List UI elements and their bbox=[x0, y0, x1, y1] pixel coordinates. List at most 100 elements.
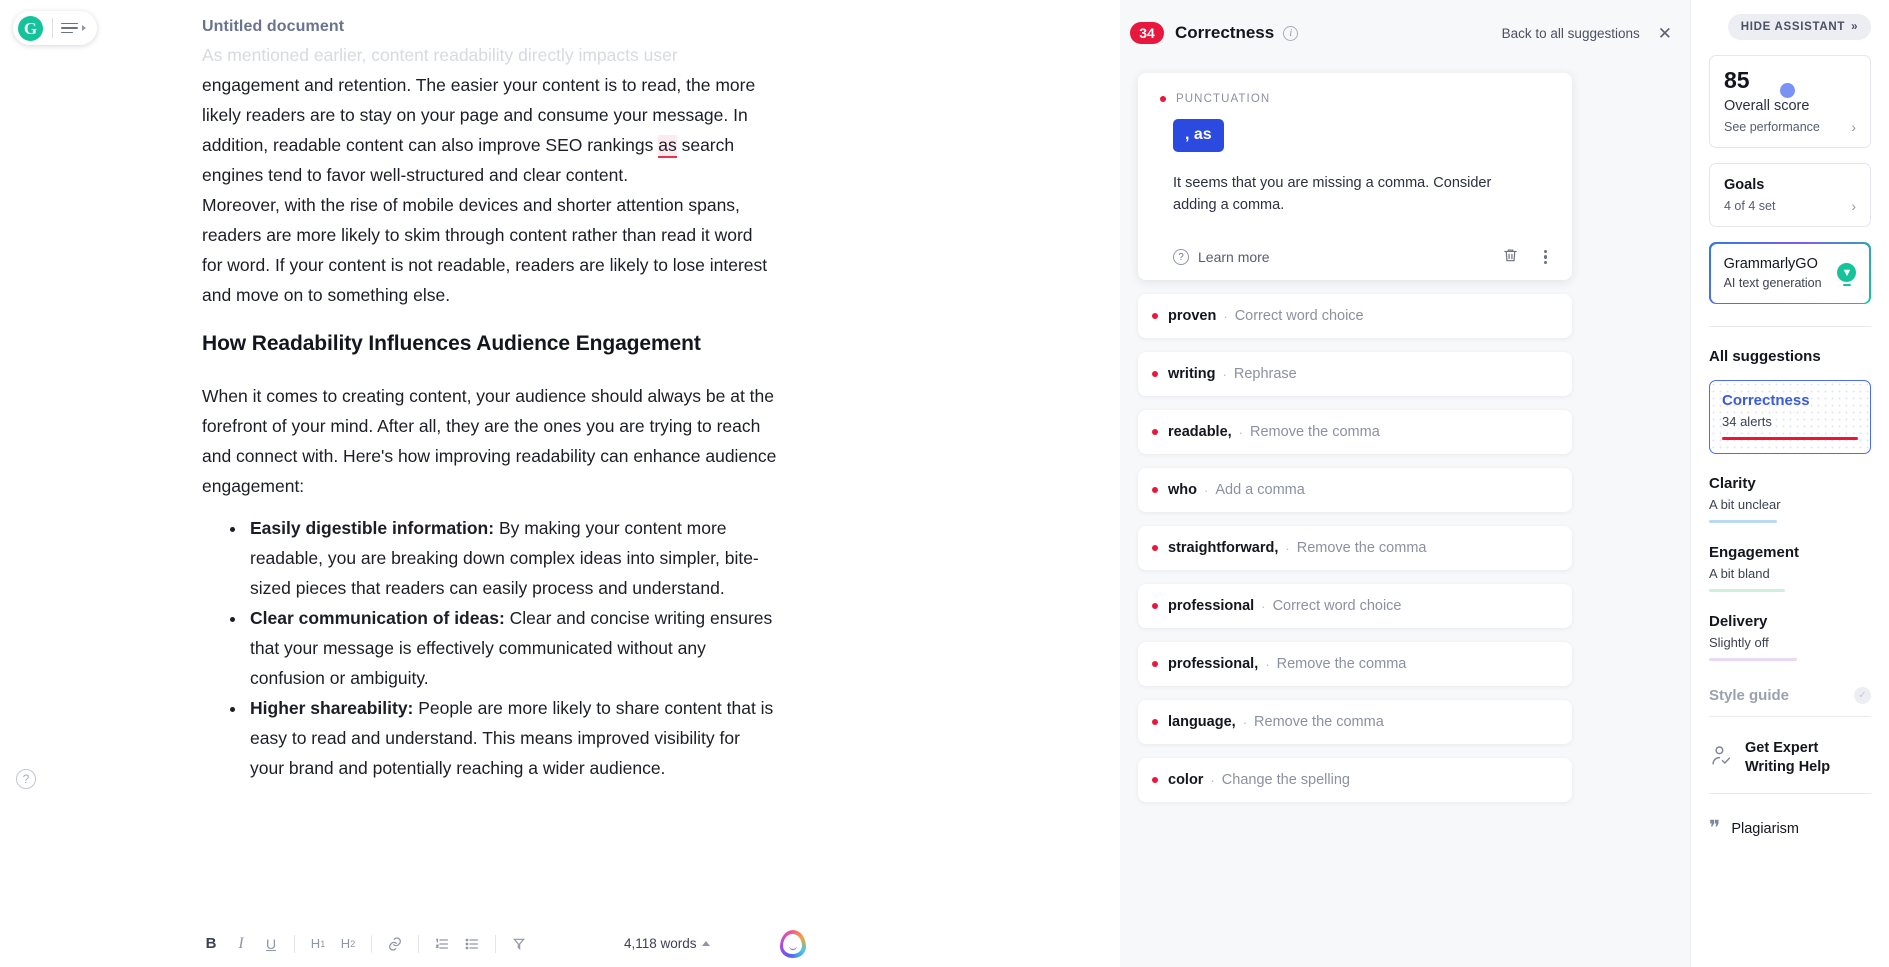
see-performance-link[interactable]: See performance › bbox=[1724, 119, 1856, 135]
list-item[interactable]: readable, · Remove the comma bbox=[1138, 410, 1572, 454]
goals-subtitle-row: 4 of 4 set › bbox=[1724, 198, 1856, 214]
category-title: Correctness bbox=[1175, 23, 1275, 42]
hide-assistant-label: HIDE ASSISTANT bbox=[1740, 21, 1846, 33]
grammarlygo-title: GrammarlyGO bbox=[1723, 255, 1818, 272]
paragraph-1[interactable]: engagement and retention. The easier you… bbox=[202, 70, 777, 190]
overall-score-card[interactable]: 85 Overall score See performance › bbox=[1709, 55, 1871, 148]
suggestions-list[interactable]: PUNCTUATION , as It seems that you are m… bbox=[1120, 52, 1690, 967]
separator-dot: · bbox=[1222, 366, 1227, 382]
underline-button[interactable]: U bbox=[256, 929, 286, 959]
separator-dot: · bbox=[1223, 308, 1228, 324]
list-item[interactable]: who · Add a comma bbox=[1138, 468, 1572, 512]
plagiarism-label: Plagiarism bbox=[1731, 820, 1799, 837]
grammarlygo-subtitle: AI text generation bbox=[1723, 275, 1822, 290]
suggestions-header: 34 Correctness i Back to all suggestions… bbox=[1120, 0, 1690, 66]
suggestion-chip[interactable]: , as bbox=[1173, 119, 1224, 152]
chevron-double-right-icon: » bbox=[1851, 21, 1859, 33]
sidebar-item-plagiarism[interactable]: ❞ Plagiarism bbox=[1709, 818, 1871, 839]
orb-smile bbox=[788, 946, 797, 950]
word-count-label: 4,118 words bbox=[624, 936, 697, 951]
info-icon[interactable]: i bbox=[1283, 25, 1299, 41]
chevron-right-icon bbox=[82, 25, 86, 31]
list-item[interactable]: professional · Correct word choice bbox=[1138, 584, 1572, 628]
list-item[interactable]: straightforward, · Remove the comma bbox=[1138, 526, 1572, 570]
grammarly-assistant-orb-icon[interactable] bbox=[779, 929, 806, 958]
italic-button[interactable]: I bbox=[226, 929, 256, 959]
overall-score-value: 85 bbox=[1724, 67, 1750, 93]
style-guide-label: Style guide bbox=[1709, 687, 1790, 705]
menu-icon[interactable] bbox=[61, 22, 78, 34]
chevron-up-icon bbox=[701, 941, 710, 946]
kebab-menu-icon[interactable] bbox=[1541, 247, 1550, 268]
trash-icon[interactable] bbox=[1502, 246, 1519, 269]
list-item[interactable]: writing · Rephrase bbox=[1138, 352, 1572, 396]
question-mark-icon: ? bbox=[1173, 249, 1189, 265]
grammarlygo-card[interactable]: GrammarlyGO AI text generation ▼ bbox=[1709, 242, 1871, 305]
hide-assistant-button[interactable]: HIDE ASSISTANT » bbox=[1728, 14, 1871, 40]
clear-formatting-icon[interactable] bbox=[504, 929, 534, 959]
separator-dot: · bbox=[1204, 482, 1209, 498]
numbered-list-icon[interactable] bbox=[427, 929, 457, 959]
category-subtitle: 34 alerts bbox=[1722, 414, 1772, 430]
goals-card[interactable]: Goals 4 of 4 set › bbox=[1709, 163, 1871, 227]
sidebar-item-correctness[interactable]: Correctness 34 alerts bbox=[1709, 380, 1871, 455]
document-body[interactable]: As mentioned earlier, content readabilit… bbox=[202, 40, 777, 783]
sidebar-item-clarity[interactable]: Clarity A bit unclear bbox=[1709, 475, 1871, 524]
sidebar-item-style-guide[interactable]: Style guide ✓ bbox=[1709, 687, 1871, 705]
sidebar-item-delivery[interactable]: Delivery Slightly off bbox=[1709, 613, 1871, 662]
learn-more-button[interactable]: ? Learn more bbox=[1173, 249, 1270, 265]
list-item[interactable]: Easily digestible information: By making… bbox=[247, 513, 777, 603]
grammarly-logo-menu[interactable]: G bbox=[13, 11, 97, 45]
suggestions-pane: 34 Correctness i Back to all suggestions… bbox=[1120, 0, 1690, 967]
list-item-lead: Easily digestible information: bbox=[250, 518, 495, 538]
suggestion-word: writing bbox=[1168, 366, 1216, 382]
separator-dot: · bbox=[1210, 772, 1215, 788]
word-count[interactable]: 4,118 words bbox=[624, 936, 710, 951]
paragraph-2[interactable]: Moreover, with the rise of mobile device… bbox=[202, 190, 777, 310]
suggestion-card-footer: ? Learn more bbox=[1160, 234, 1550, 280]
list-item[interactable]: proven · Correct word choice bbox=[1138, 294, 1572, 338]
grammarly-logo-icon: G bbox=[18, 15, 43, 41]
grammarly-editor-app: G Untitled document As mentioned earlier… bbox=[0, 0, 1889, 967]
paragraph-3[interactable]: When it comes to creating content, your … bbox=[202, 381, 777, 501]
list-item[interactable]: professional, · Remove the comma bbox=[1138, 642, 1572, 686]
divider bbox=[495, 934, 496, 953]
suggestion-word: professional, bbox=[1168, 656, 1259, 672]
sidebar-item-engagement[interactable]: Engagement A bit bland bbox=[1709, 544, 1871, 593]
close-icon[interactable]: ✕ bbox=[1658, 25, 1672, 42]
list-item[interactable]: language, · Remove the comma bbox=[1138, 700, 1572, 744]
assistant-sidebar: HIDE ASSISTANT » 85 Overall score See pe… bbox=[1690, 0, 1889, 967]
formatting-toolbar: B I U H1 H2 4,118 words bbox=[0, 919, 1120, 967]
editor-pane: G Untitled document As mentioned earlier… bbox=[0, 0, 1120, 967]
alert-dot-icon bbox=[1152, 661, 1158, 667]
suggestion-description: Rephrase bbox=[1233, 366, 1297, 382]
inline-error-highlight[interactable]: as bbox=[658, 135, 677, 158]
h2-sub: 2 bbox=[350, 938, 356, 949]
help-icon[interactable]: ? bbox=[16, 769, 36, 789]
alert-dot-icon bbox=[1152, 777, 1158, 783]
alert-dot-icon bbox=[1152, 487, 1158, 493]
overall-score-label: Overall score bbox=[1724, 98, 1810, 114]
suggestion-category-kicker: PUNCTUATION bbox=[1160, 93, 1550, 105]
bold-button[interactable]: B bbox=[196, 929, 226, 959]
sidebar-item-expert-help[interactable]: Get Expert Writing Help bbox=[1709, 739, 1871, 777]
bullet-list[interactable]: Easily digestible information: By making… bbox=[202, 513, 777, 783]
list-item[interactable]: color · Change the spelling bbox=[1138, 758, 1572, 802]
link-icon[interactable] bbox=[380, 929, 410, 959]
document-title[interactable]: Untitled document bbox=[202, 18, 344, 36]
lightbulb-icon: ▼ bbox=[1837, 263, 1857, 287]
alert-dot-icon bbox=[1152, 371, 1158, 377]
active-suggestion-card[interactable]: PUNCTUATION , as It seems that you are m… bbox=[1138, 73, 1572, 280]
kicker-label: PUNCTUATION bbox=[1176, 93, 1271, 105]
suggestion-description: Correct word choice bbox=[1234, 308, 1364, 324]
suggestion-word: color bbox=[1168, 772, 1204, 788]
bullet-list-icon[interactable] bbox=[457, 929, 487, 959]
list-item[interactable]: Higher shareability: People are more lik… bbox=[247, 693, 777, 783]
heading2-button[interactable]: H2 bbox=[333, 929, 363, 959]
category-name: Correctness bbox=[1722, 392, 1810, 410]
list-item[interactable]: Clear communication of ideas: Clear and … bbox=[247, 603, 777, 693]
suggestion-description: Remove the comma bbox=[1296, 540, 1427, 556]
back-to-all-suggestions-link[interactable]: Back to all suggestions bbox=[1502, 26, 1640, 41]
heading1-button[interactable]: H1 bbox=[303, 929, 333, 959]
document-heading[interactable]: How Readability Influences Audience Enga… bbox=[202, 329, 777, 359]
